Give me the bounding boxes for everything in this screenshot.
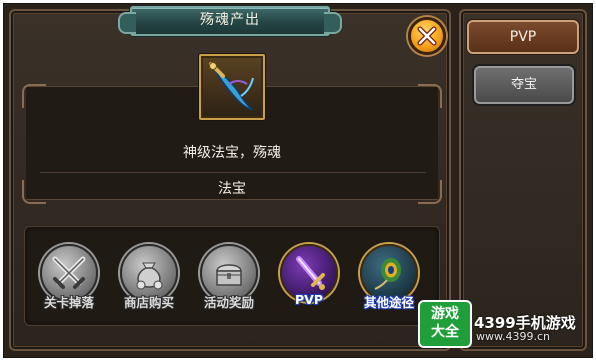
source-label: PVP xyxy=(295,292,323,307)
tab-pvp[interactable]: PVP xyxy=(467,20,579,54)
dialog-title: 殇魂产出 xyxy=(118,6,342,36)
divider xyxy=(40,172,426,173)
source-label: 商店购买 xyxy=(123,295,174,310)
corner-ornament xyxy=(22,84,46,108)
source-event-reward[interactable]: 活动奖励 xyxy=(194,244,264,324)
purple-sword-icon xyxy=(296,256,325,290)
source-stage-drop[interactable]: 关卡掉落 xyxy=(34,244,104,324)
item-icon[interactable] xyxy=(199,54,265,120)
item-name: 神级法宝，殇魂 xyxy=(183,145,281,161)
watermark-badge: 游戏 大全 xyxy=(420,302,470,346)
watermark-url: www.4399.cn xyxy=(476,330,550,343)
money-bag-icon xyxy=(136,262,163,290)
corner-ornament xyxy=(418,84,442,108)
source-other[interactable]: 其他途径 xyxy=(354,244,424,324)
source-pvp[interactable]: PVP xyxy=(274,244,344,324)
source-label: 活动奖励 xyxy=(203,295,254,310)
magic-weapon-icon xyxy=(209,62,254,111)
item-type: 法宝 xyxy=(218,181,246,197)
close-icon xyxy=(417,26,437,46)
tab-treasure-grab[interactable]: 夺宝 xyxy=(474,66,574,104)
watermark-badge-line2: 大全 xyxy=(431,324,459,340)
peacock-feather-icon xyxy=(374,258,401,290)
source-shop-buy[interactable]: 商店购买 xyxy=(114,244,184,324)
source-label: 关卡掉落 xyxy=(43,295,94,310)
tab-panel xyxy=(459,9,587,351)
watermark-badge-line1: 游戏 xyxy=(431,306,459,322)
treasure-chest-icon xyxy=(216,264,242,286)
close-button[interactable] xyxy=(408,17,446,55)
crossed-swords-icon xyxy=(52,256,86,289)
